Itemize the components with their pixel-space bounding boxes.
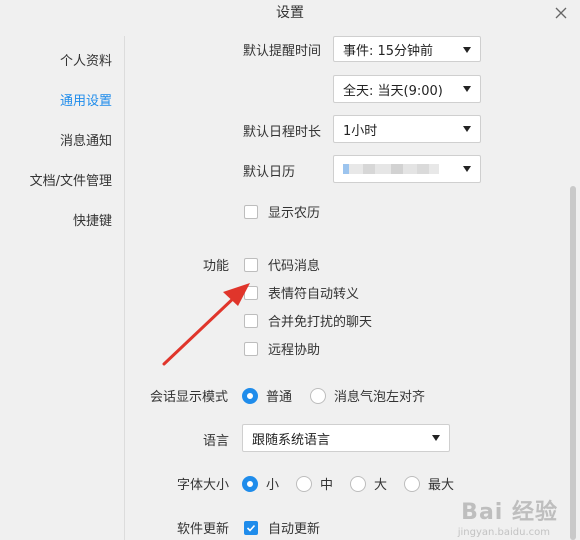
lunar-checkbox[interactable]: 显示农历 xyxy=(244,202,320,221)
reminder-event-value: 事件: 15分钟前 xyxy=(343,43,434,59)
sidebar-divider xyxy=(124,36,125,540)
reminder-allday-value: 全天: 当天(9:00) xyxy=(343,83,443,99)
feature-label: 合并免打扰的聊天 xyxy=(268,315,373,330)
duration-value: 1小时 xyxy=(343,123,378,139)
reminder-event-select[interactable]: 事件: 15分钟前 xyxy=(333,36,481,62)
checkbox-box xyxy=(244,520,258,535)
default-calendar-select[interactable] xyxy=(333,155,481,183)
display-mode-normal-radio[interactable]: 普通 xyxy=(242,386,292,405)
feature-label: 远程协助 xyxy=(268,343,321,358)
feature-emoji-escape-checkbox[interactable]: 表情符自动转义 xyxy=(244,283,359,302)
window-title: 设置 xyxy=(276,5,304,21)
chevron-down-icon xyxy=(463,47,471,53)
radio-label: 消息气泡左对齐 xyxy=(334,390,426,405)
baidu-watermark-logo: Bai 经验 xyxy=(461,500,558,525)
radio-dot xyxy=(350,475,366,492)
lunar-checkbox-label: 显示农历 xyxy=(268,206,321,221)
auto-update-label: 自动更新 xyxy=(268,522,321,537)
baidu-watermark-url: jingyan.baidu.com xyxy=(457,527,550,538)
checkbox-box xyxy=(244,285,258,300)
sidebar-item-notifications[interactable]: 消息通知 xyxy=(60,130,112,149)
chevron-down-icon xyxy=(463,166,471,172)
content-scrollbar[interactable] xyxy=(570,186,576,540)
font-size-large-radio[interactable]: 大 xyxy=(350,474,387,493)
close-icon xyxy=(555,7,567,19)
font-size-largest-radio[interactable]: 最大 xyxy=(404,474,454,493)
sidebar-item-shortcuts[interactable]: 快捷键 xyxy=(73,210,112,229)
radio-label: 小 xyxy=(266,478,280,493)
default-calendar-label: 默认日历 xyxy=(243,165,296,180)
checkbox-box xyxy=(244,257,258,272)
features-label: 功能 xyxy=(203,259,230,274)
sidebar-item-general[interactable]: 通用设置 xyxy=(60,90,112,109)
radio-dot xyxy=(296,475,312,492)
feature-label: 表情符自动转义 xyxy=(268,287,360,302)
display-mode-bubble-left-radio[interactable]: 消息气泡左对齐 xyxy=(310,386,425,405)
radio-dot xyxy=(310,387,326,404)
checkbox-box xyxy=(244,313,258,328)
feature-remote-assist-checkbox[interactable]: 远程协助 xyxy=(244,339,320,358)
close-button[interactable] xyxy=(550,2,572,24)
chevron-down-icon xyxy=(463,126,471,132)
radio-dot xyxy=(404,475,420,492)
auto-update-checkbox[interactable]: 自动更新 xyxy=(244,518,320,537)
feature-code-message-checkbox[interactable]: 代码消息 xyxy=(244,255,320,274)
radio-dot xyxy=(242,387,258,404)
checkmark-icon xyxy=(246,524,256,532)
font-size-label: 字体大小 xyxy=(177,478,230,493)
reminder-allday-select[interactable]: 全天: 当天(9:00) xyxy=(333,75,481,103)
language-select[interactable]: 跟随系统语言 xyxy=(242,424,450,452)
calendar-name-redacted xyxy=(343,164,439,174)
language-value: 跟随系统语言 xyxy=(252,432,331,448)
title-bar: 设置 xyxy=(0,0,580,28)
radio-label: 中 xyxy=(320,478,334,493)
radio-label: 普通 xyxy=(266,390,293,405)
settings-sidebar: 个人资料 通用设置 消息通知 文档/文件管理 快捷键 xyxy=(0,28,124,540)
sidebar-item-files[interactable]: 文档/文件管理 xyxy=(30,170,112,189)
radio-label: 最大 xyxy=(428,478,455,493)
feature-label: 代码消息 xyxy=(268,259,321,274)
checkbox-box xyxy=(244,204,258,219)
chevron-down-icon xyxy=(432,435,440,441)
update-label: 软件更新 xyxy=(177,522,230,537)
language-label: 语言 xyxy=(203,434,230,449)
radio-dot xyxy=(242,475,258,492)
duration-select[interactable]: 1小时 xyxy=(333,115,481,143)
sidebar-item-profile[interactable]: 个人资料 xyxy=(60,50,112,69)
chevron-down-icon xyxy=(463,86,471,92)
feature-merge-dnd-checkbox[interactable]: 合并免打扰的聊天 xyxy=(244,311,372,330)
display-mode-label: 会话显示模式 xyxy=(150,390,229,405)
font-size-medium-radio[interactable]: 中 xyxy=(296,474,333,493)
duration-label: 默认日程时长 xyxy=(243,125,322,140)
radio-label: 大 xyxy=(374,478,388,493)
checkbox-box xyxy=(244,341,258,356)
reminder-label: 默认提醒时间 xyxy=(243,44,322,59)
font-size-small-radio[interactable]: 小 xyxy=(242,474,279,493)
